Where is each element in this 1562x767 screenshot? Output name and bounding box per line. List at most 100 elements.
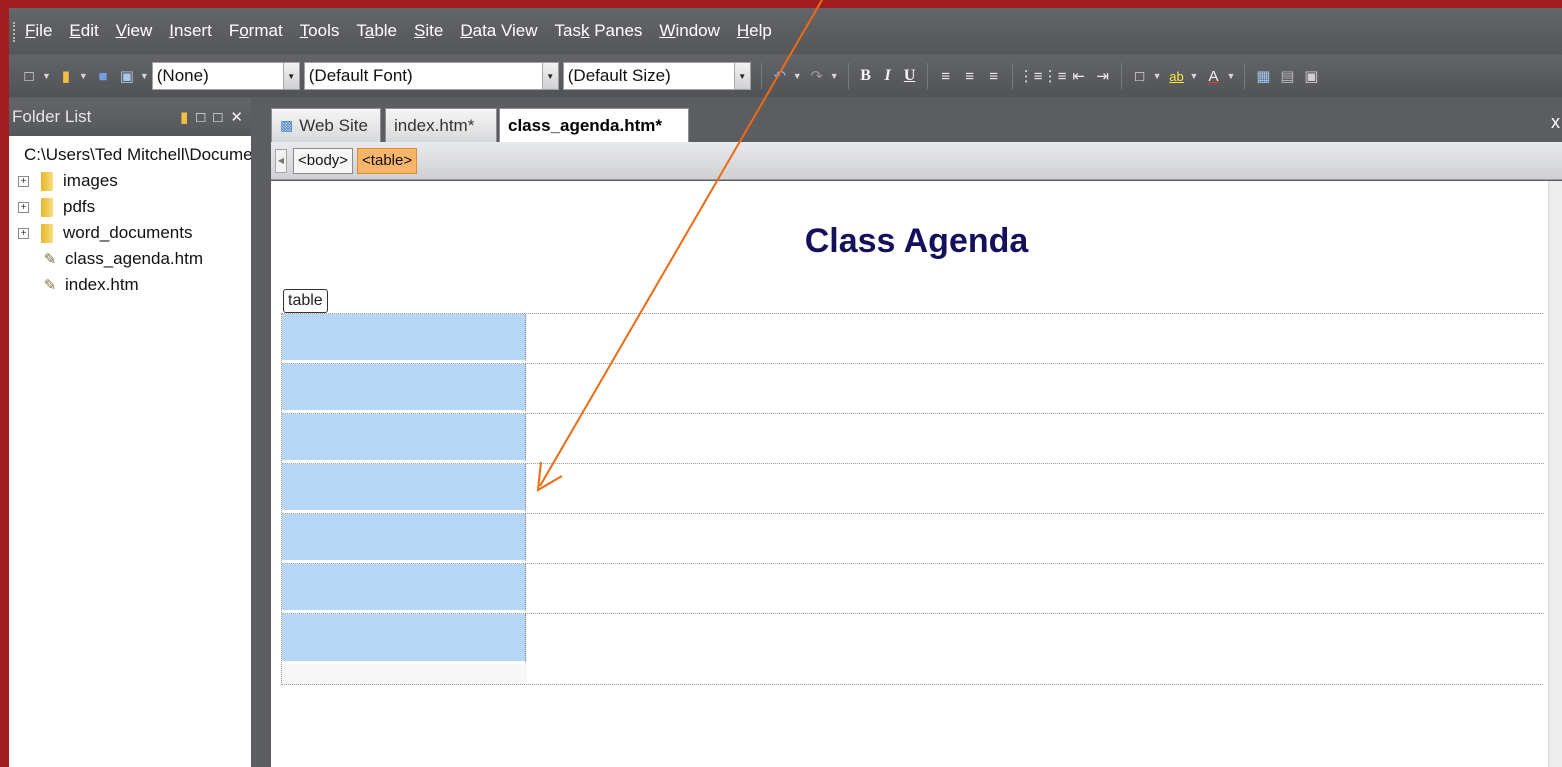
- table-cell[interactable]: [527, 464, 1544, 513]
- chevron-down-icon[interactable]: ▼: [830, 71, 839, 81]
- highlight-icon[interactable]: ab: [1167, 66, 1187, 86]
- table-row[interactable]: [282, 464, 1544, 514]
- menu-item-table[interactable]: Table: [356, 21, 397, 41]
- chevron-down-icon[interactable]: ▼: [79, 71, 88, 81]
- expand-icon[interactable]: +: [18, 201, 29, 213]
- style-select[interactable]: (None) ▼: [151, 62, 300, 90]
- quick-tag-table[interactable]: <table>: [357, 147, 418, 174]
- underline-button[interactable]: U: [899, 67, 921, 85]
- tree-item-images[interactable]: + images: [9, 168, 251, 194]
- chevron-left-icon[interactable]: ◀: [275, 148, 287, 173]
- size-select-value: (Default Size): [567, 66, 671, 85]
- menu-item-edit[interactable]: Edit: [69, 21, 98, 41]
- table-tag-label[interactable]: table: [283, 289, 328, 313]
- new-page-icon[interactable]: □: [196, 109, 205, 126]
- menu-item-site[interactable]: Site: [414, 21, 443, 41]
- close-tab-icon[interactable]: x: [1551, 112, 1560, 133]
- font-select[interactable]: (Default Font) ▼: [303, 62, 559, 90]
- expand-icon[interactable]: +: [18, 175, 29, 187]
- increase-indent-icon[interactable]: ⇥: [1093, 66, 1113, 86]
- bold-button[interactable]: B: [855, 67, 877, 85]
- align-right-icon[interactable]: ≡: [984, 66, 1004, 86]
- table-row[interactable]: [282, 564, 1544, 614]
- html-file-edited-icon: ✎: [43, 251, 57, 268]
- tree-item-index[interactable]: ✎ index.htm: [9, 272, 251, 298]
- decrease-indent-icon[interactable]: ⇤: [1069, 66, 1089, 86]
- chevron-down-icon[interactable]: ▼: [282, 63, 299, 89]
- font-color-icon[interactable]: A: [1203, 66, 1223, 86]
- tab-web-site[interactable]: ▩ Web Site: [271, 108, 381, 142]
- menu-item-view[interactable]: View: [116, 21, 153, 41]
- chevron-down-icon[interactable]: ▼: [1190, 71, 1199, 81]
- menu-text: elp: [749, 21, 772, 40]
- menu-text: rmat: [248, 21, 283, 40]
- chevron-down-icon[interactable]: ▼: [793, 71, 802, 81]
- menu-item-insert[interactable]: Insert: [169, 21, 212, 41]
- borders-icon[interactable]: □: [1130, 66, 1150, 86]
- table-cell[interactable]: [527, 564, 1544, 613]
- tree-item-label: word_documents: [63, 223, 193, 242]
- undo-icon[interactable]: ↶: [770, 66, 790, 86]
- new-page-icon[interactable]: □: [19, 66, 39, 86]
- tree-item-class-agenda[interactable]: ✎ class_agenda.htm: [9, 246, 251, 272]
- chevron-down-icon[interactable]: ▼: [140, 71, 149, 81]
- tree-item-word-documents[interactable]: + word_documents: [9, 220, 251, 246]
- tab-index[interactable]: index.htm*: [385, 108, 497, 142]
- menu-item-format[interactable]: Format: [229, 21, 283, 41]
- menu-item-data-view[interactable]: Data View: [460, 21, 537, 41]
- table-row[interactable]: [282, 314, 1544, 364]
- table-row[interactable]: [282, 514, 1544, 564]
- insert-table-icon[interactable]: ▦: [1253, 66, 1273, 86]
- vertical-scrollbar[interactable]: [1548, 181, 1562, 767]
- chevron-down-icon[interactable]: ▼: [1226, 71, 1235, 81]
- agenda-table[interactable]: [281, 313, 1544, 685]
- save-icon[interactable]: ■: [93, 66, 113, 86]
- table-cell[interactable]: [527, 414, 1544, 463]
- insert-layer-icon[interactable]: ▤: [1277, 66, 1297, 86]
- selected-cell[interactable]: [282, 464, 526, 513]
- size-select[interactable]: (Default Size) ▼: [562, 62, 751, 90]
- insert-picture-icon[interactable]: ▣: [1301, 66, 1321, 86]
- align-left-icon[interactable]: ≡: [936, 66, 956, 86]
- chevron-down-icon[interactable]: ▼: [541, 63, 558, 89]
- open-folder-icon[interactable]: ▮: [56, 66, 76, 86]
- design-view[interactable]: Class Agenda table: [271, 181, 1562, 767]
- table-cell[interactable]: [527, 314, 1544, 363]
- tree-item-pdfs[interactable]: + pdfs: [9, 194, 251, 220]
- toolbar-separator: [1120, 63, 1122, 89]
- folder-root[interactable]: C:\Users\Ted Mitchell\Documents: [9, 142, 251, 168]
- table-row[interactable]: [282, 364, 1544, 414]
- folder-icon: [41, 197, 53, 217]
- bulleted-list-icon[interactable]: ⋮≡: [1043, 66, 1067, 86]
- tab-class-agenda[interactable]: class_agenda.htm*: [499, 108, 689, 142]
- menu-item-task-panes[interactable]: Task Panes: [555, 21, 643, 41]
- selected-cell[interactable]: [282, 314, 526, 363]
- table-cell[interactable]: [527, 514, 1544, 563]
- new-folder-icon[interactable]: ▮: [180, 108, 188, 126]
- menu-item-help[interactable]: Help: [737, 21, 772, 41]
- table-cell[interactable]: [527, 614, 1544, 684]
- table-row[interactable]: [282, 414, 1544, 464]
- align-center-icon[interactable]: ≡: [960, 66, 980, 86]
- expand-icon[interactable]: +: [18, 227, 29, 239]
- menu-item-file[interactable]: File: [25, 21, 52, 41]
- chevron-down-icon[interactable]: ▼: [1153, 71, 1162, 81]
- selected-cell[interactable]: [282, 364, 526, 413]
- numbered-list-icon[interactable]: ⋮≡: [1019, 66, 1043, 86]
- selected-cell[interactable]: [282, 564, 526, 613]
- table-cell[interactable]: [527, 364, 1544, 413]
- preview-icon[interactable]: ▣: [117, 66, 137, 86]
- selected-cell[interactable]: [282, 414, 526, 463]
- maximize-icon[interactable]: □: [213, 109, 222, 126]
- menu-item-window[interactable]: Window: [659, 21, 719, 41]
- italic-button[interactable]: I: [877, 67, 899, 85]
- menu-item-tools[interactable]: Tools: [300, 21, 340, 41]
- selected-cell[interactable]: [282, 614, 526, 664]
- chevron-down-icon[interactable]: ▼: [733, 63, 750, 89]
- selected-cell[interactable]: [282, 514, 526, 563]
- table-row[interactable]: [282, 614, 1544, 684]
- redo-icon[interactable]: ↷: [807, 66, 827, 86]
- chevron-down-icon[interactable]: ▼: [42, 71, 51, 81]
- close-icon[interactable]: ✕: [230, 108, 243, 126]
- quick-tag-body[interactable]: <body>: [293, 147, 354, 174]
